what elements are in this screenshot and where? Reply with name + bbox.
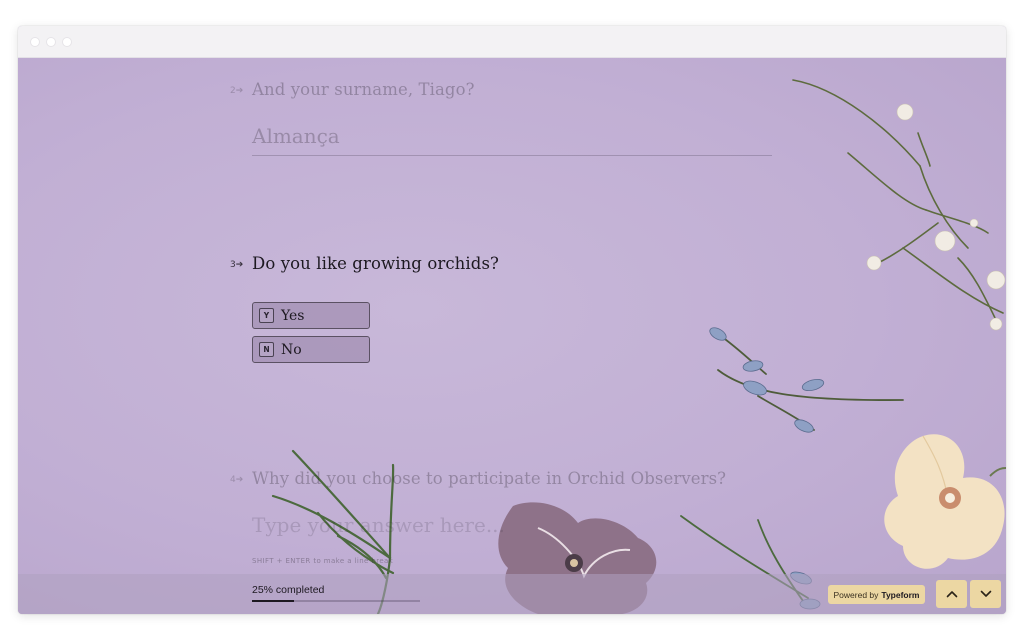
maximize-dot[interactable] xyxy=(62,37,72,47)
close-dot[interactable] xyxy=(30,37,40,47)
question-4-answer-input[interactable]: Type your answer here... xyxy=(252,513,505,537)
form-footer: 25% completed Powered by Typeform xyxy=(18,574,1006,614)
question-4-text: Why did you choose to participate in Orc… xyxy=(252,469,727,488)
previous-question-button[interactable] xyxy=(936,580,967,608)
browser-window: 2➔ And your surname, Tiago? Almança 3➔ D… xyxy=(18,26,1006,614)
powered-by-text: Powered by xyxy=(833,589,879,600)
powered-by-typeform-badge[interactable]: Powered by Typeform xyxy=(828,585,925,604)
question-2-answer-input[interactable]: Almança xyxy=(252,124,340,148)
progress-label: 25% completed xyxy=(252,584,325,596)
key-hint-y: Y xyxy=(259,308,274,323)
choice-no-label: No xyxy=(281,341,302,358)
background-flowers-image xyxy=(271,79,1006,614)
chevron-up-icon xyxy=(946,591,957,598)
key-hint-n: N xyxy=(259,342,274,357)
line-break-hint: SHIFT + ENTER to make a line break xyxy=(252,557,394,565)
choice-yes-label: Yes xyxy=(281,307,305,324)
question-2-text: And your surname, Tiago? xyxy=(252,80,475,99)
question-4-number: 4➔ xyxy=(230,475,244,485)
chevron-down-icon xyxy=(980,590,991,597)
choice-yes-button[interactable]: Y Yes xyxy=(252,302,370,329)
question-3-number: 3➔ xyxy=(230,260,244,270)
browser-titlebar xyxy=(18,26,1006,58)
question-2-number: 2➔ xyxy=(230,86,244,96)
next-question-button[interactable] xyxy=(970,580,1001,608)
choice-no-button[interactable]: N No xyxy=(252,336,370,363)
typeform-brand: Typeform xyxy=(881,589,920,600)
progress-bar xyxy=(252,600,420,602)
question-3-text: Do you like growing orchids? xyxy=(252,254,499,273)
form-viewport: 2➔ And your surname, Tiago? Almança 3➔ D… xyxy=(18,58,1006,614)
answer-underline xyxy=(252,155,772,156)
minimize-dot[interactable] xyxy=(46,37,56,47)
progress-bar-fill xyxy=(252,600,294,602)
